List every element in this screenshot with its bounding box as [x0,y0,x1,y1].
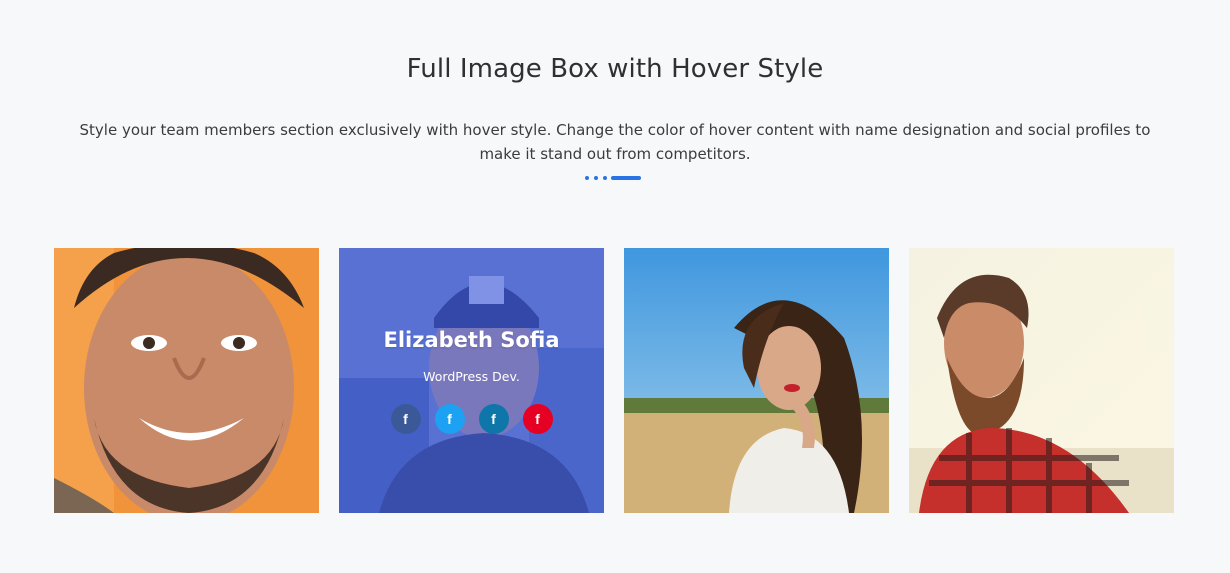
team-member-card[interactable] [909,248,1174,513]
team-member-card[interactable] [54,248,319,513]
team-member-photo [624,248,889,513]
hover-overlay: Elizabeth Sofia WordPress Dev. f f f f [339,248,604,513]
divider-bar [611,176,641,180]
team-member-card[interactable]: Elizabeth Sofia WordPress Dev. f f f f [339,248,604,513]
facebook-icon[interactable]: f [390,404,421,434]
divider-dot [594,176,598,180]
facebook-icon[interactable]: f [434,404,465,434]
section-description: Style your team members section exclusiv… [79,121,1151,163]
title-divider [585,176,641,180]
divider-dot [585,176,589,180]
member-name: Elizabeth Sofia [383,328,560,352]
facebook-icon[interactable]: f [478,404,509,434]
team-member-card[interactable] [624,248,889,513]
social-links: f f f f [390,404,553,434]
divider-dot [603,176,607,180]
member-designation: WordPress Dev. [423,369,520,384]
facebook-icon[interactable]: f [522,404,553,434]
team-member-photo [909,248,1174,513]
team-member-photo [54,248,319,513]
section-title: Full Image Box with Hover Style [406,54,824,84]
